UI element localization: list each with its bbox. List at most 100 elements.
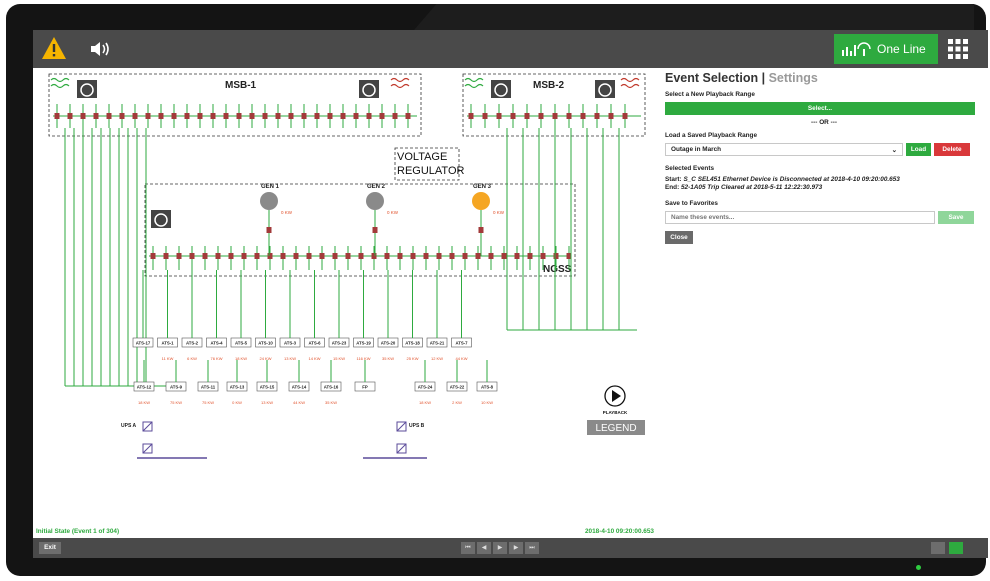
ngss-breaker bbox=[501, 253, 507, 259]
generator-name: GEN 1 bbox=[261, 184, 280, 190]
ngss-breaker bbox=[241, 253, 247, 259]
msb1-breaker bbox=[158, 113, 164, 119]
msb1-breaker bbox=[210, 113, 216, 119]
msb2-breaker bbox=[580, 113, 586, 119]
msb1-breaker bbox=[249, 113, 255, 119]
meter-icon bbox=[151, 210, 171, 228]
power-led bbox=[916, 565, 921, 570]
msb1-breaker bbox=[392, 113, 398, 119]
ats-label: ATS-5 bbox=[235, 341, 248, 346]
step-forward-icon[interactable]: ▶ bbox=[509, 542, 523, 554]
ngss-breaker bbox=[462, 253, 468, 259]
top-bar: One Line bbox=[33, 30, 988, 68]
play-icon bbox=[612, 390, 621, 402]
ngss-breaker bbox=[410, 253, 416, 259]
legend-button[interactable]: LEGEND bbox=[587, 420, 645, 435]
play-icon[interactable]: ▶ bbox=[493, 542, 507, 554]
delete-button[interactable]: Delete bbox=[934, 143, 970, 156]
new-range-label: Select a New Playback Range bbox=[665, 91, 755, 98]
one-line-label: One Line bbox=[877, 42, 926, 56]
ats-kw: 18 KW bbox=[419, 400, 431, 405]
exit-button[interactable]: Exit bbox=[39, 542, 61, 554]
ngss-breaker bbox=[176, 253, 182, 259]
settings-tab[interactable]: Settings bbox=[769, 71, 818, 85]
ngss-breaker bbox=[527, 253, 533, 259]
one-line-button[interactable]: One Line bbox=[834, 34, 938, 64]
close-button[interactable]: Close bbox=[665, 231, 693, 244]
ngss-breaker bbox=[488, 253, 494, 259]
ats-label: ATS-10 bbox=[258, 341, 273, 346]
ngss-breaker bbox=[319, 253, 325, 259]
ats-kw: 25 KW bbox=[406, 356, 418, 361]
event-state-status: Initial State (Event 1 of 304) bbox=[36, 528, 120, 535]
ats-kw: 75 KW bbox=[170, 400, 182, 405]
skip-end-icon[interactable]: ⏭ bbox=[525, 542, 539, 554]
msb1-breaker bbox=[119, 113, 125, 119]
event-selection-tab[interactable]: Event Selection bbox=[665, 71, 758, 85]
speaker-icon[interactable] bbox=[89, 39, 113, 59]
saved-range-dropdown[interactable]: Outage in March ⌄ bbox=[665, 143, 903, 156]
msb1-breaker bbox=[93, 113, 99, 119]
load-button[interactable]: Load bbox=[906, 143, 931, 156]
select-range-button[interactable]: Select... bbox=[665, 102, 975, 115]
ats-label: ATS-7 bbox=[455, 341, 468, 346]
title-separator: | bbox=[761, 71, 766, 85]
playback-label: PLAYBACK bbox=[603, 410, 628, 415]
msb1-breaker bbox=[145, 113, 151, 119]
ats-kw: 2 KW bbox=[452, 400, 462, 405]
msb2-breaker bbox=[468, 113, 474, 119]
grid-icon[interactable] bbox=[945, 36, 971, 62]
msb1-breaker bbox=[405, 113, 411, 119]
ats-label: ATS-23 bbox=[332, 341, 347, 346]
msb2-breaker bbox=[524, 113, 530, 119]
ats-kw: 18 KW bbox=[138, 400, 150, 405]
ngss-breaker bbox=[553, 253, 559, 259]
ngss-breaker bbox=[371, 253, 377, 259]
ats-label: ATS-9 bbox=[170, 385, 183, 390]
msb1-breaker bbox=[379, 113, 385, 119]
ats-label: ATS-1 bbox=[161, 341, 174, 346]
start-event: Start: S_C SEL451 Ethernet Device is Dis… bbox=[665, 176, 983, 183]
warning-icon[interactable] bbox=[41, 35, 67, 61]
ngss-boundary bbox=[144, 183, 576, 277]
msb1-breaker bbox=[288, 113, 294, 119]
ngss-breaker bbox=[449, 253, 455, 259]
ats-kw: 10 KW bbox=[481, 400, 493, 405]
one-line-icon bbox=[842, 42, 871, 56]
ats-label: ATS-2 bbox=[186, 341, 199, 346]
share-icon[interactable] bbox=[949, 542, 963, 554]
bottom-bar: Exit ⏮ ◀ ▶ ▶ ⏭ bbox=[33, 538, 988, 558]
save-button[interactable]: Save bbox=[938, 211, 974, 224]
step-back-icon[interactable]: ◀ bbox=[477, 542, 491, 554]
ats-label: ATS-15 bbox=[260, 385, 275, 390]
meter-icon bbox=[77, 80, 97, 98]
ats-kw: 116 KW bbox=[357, 356, 371, 361]
playback-button[interactable]: PLAYBACK bbox=[603, 385, 628, 415]
msb1-breaker bbox=[80, 113, 86, 119]
ups-b-label: UPS B bbox=[409, 423, 425, 429]
generator-breaker bbox=[372, 227, 378, 233]
ngss-breaker bbox=[202, 253, 208, 259]
ngss-breaker bbox=[228, 253, 234, 259]
ats-label: ATS-18 bbox=[405, 341, 420, 346]
ats-label: ATS-17 bbox=[136, 341, 151, 346]
msb2-breaker bbox=[608, 113, 614, 119]
start-label: Start: bbox=[665, 176, 682, 183]
ats-kw: 44 KW bbox=[293, 400, 305, 405]
chevron-down-icon: ⌄ bbox=[891, 146, 897, 154]
msb1-breaker bbox=[67, 113, 73, 119]
generator-icon bbox=[366, 192, 384, 210]
layers-icon[interactable] bbox=[931, 542, 945, 554]
ats-label: ATS-13 bbox=[230, 385, 245, 390]
skip-start-icon[interactable]: ⏮ bbox=[461, 542, 475, 554]
ats-kw: 35 KW bbox=[382, 356, 394, 361]
favorites-label: Save to Favorites bbox=[665, 200, 718, 207]
ngss-breaker bbox=[397, 253, 403, 259]
ngss-breaker bbox=[215, 253, 221, 259]
ngss-breaker bbox=[267, 253, 273, 259]
ups-a-block: UPS A bbox=[121, 421, 207, 459]
msb1-breaker bbox=[275, 113, 281, 119]
favorites-name-input[interactable] bbox=[665, 211, 935, 224]
ngss-breaker bbox=[332, 253, 338, 259]
ats-label: ATS-4 bbox=[210, 341, 223, 346]
